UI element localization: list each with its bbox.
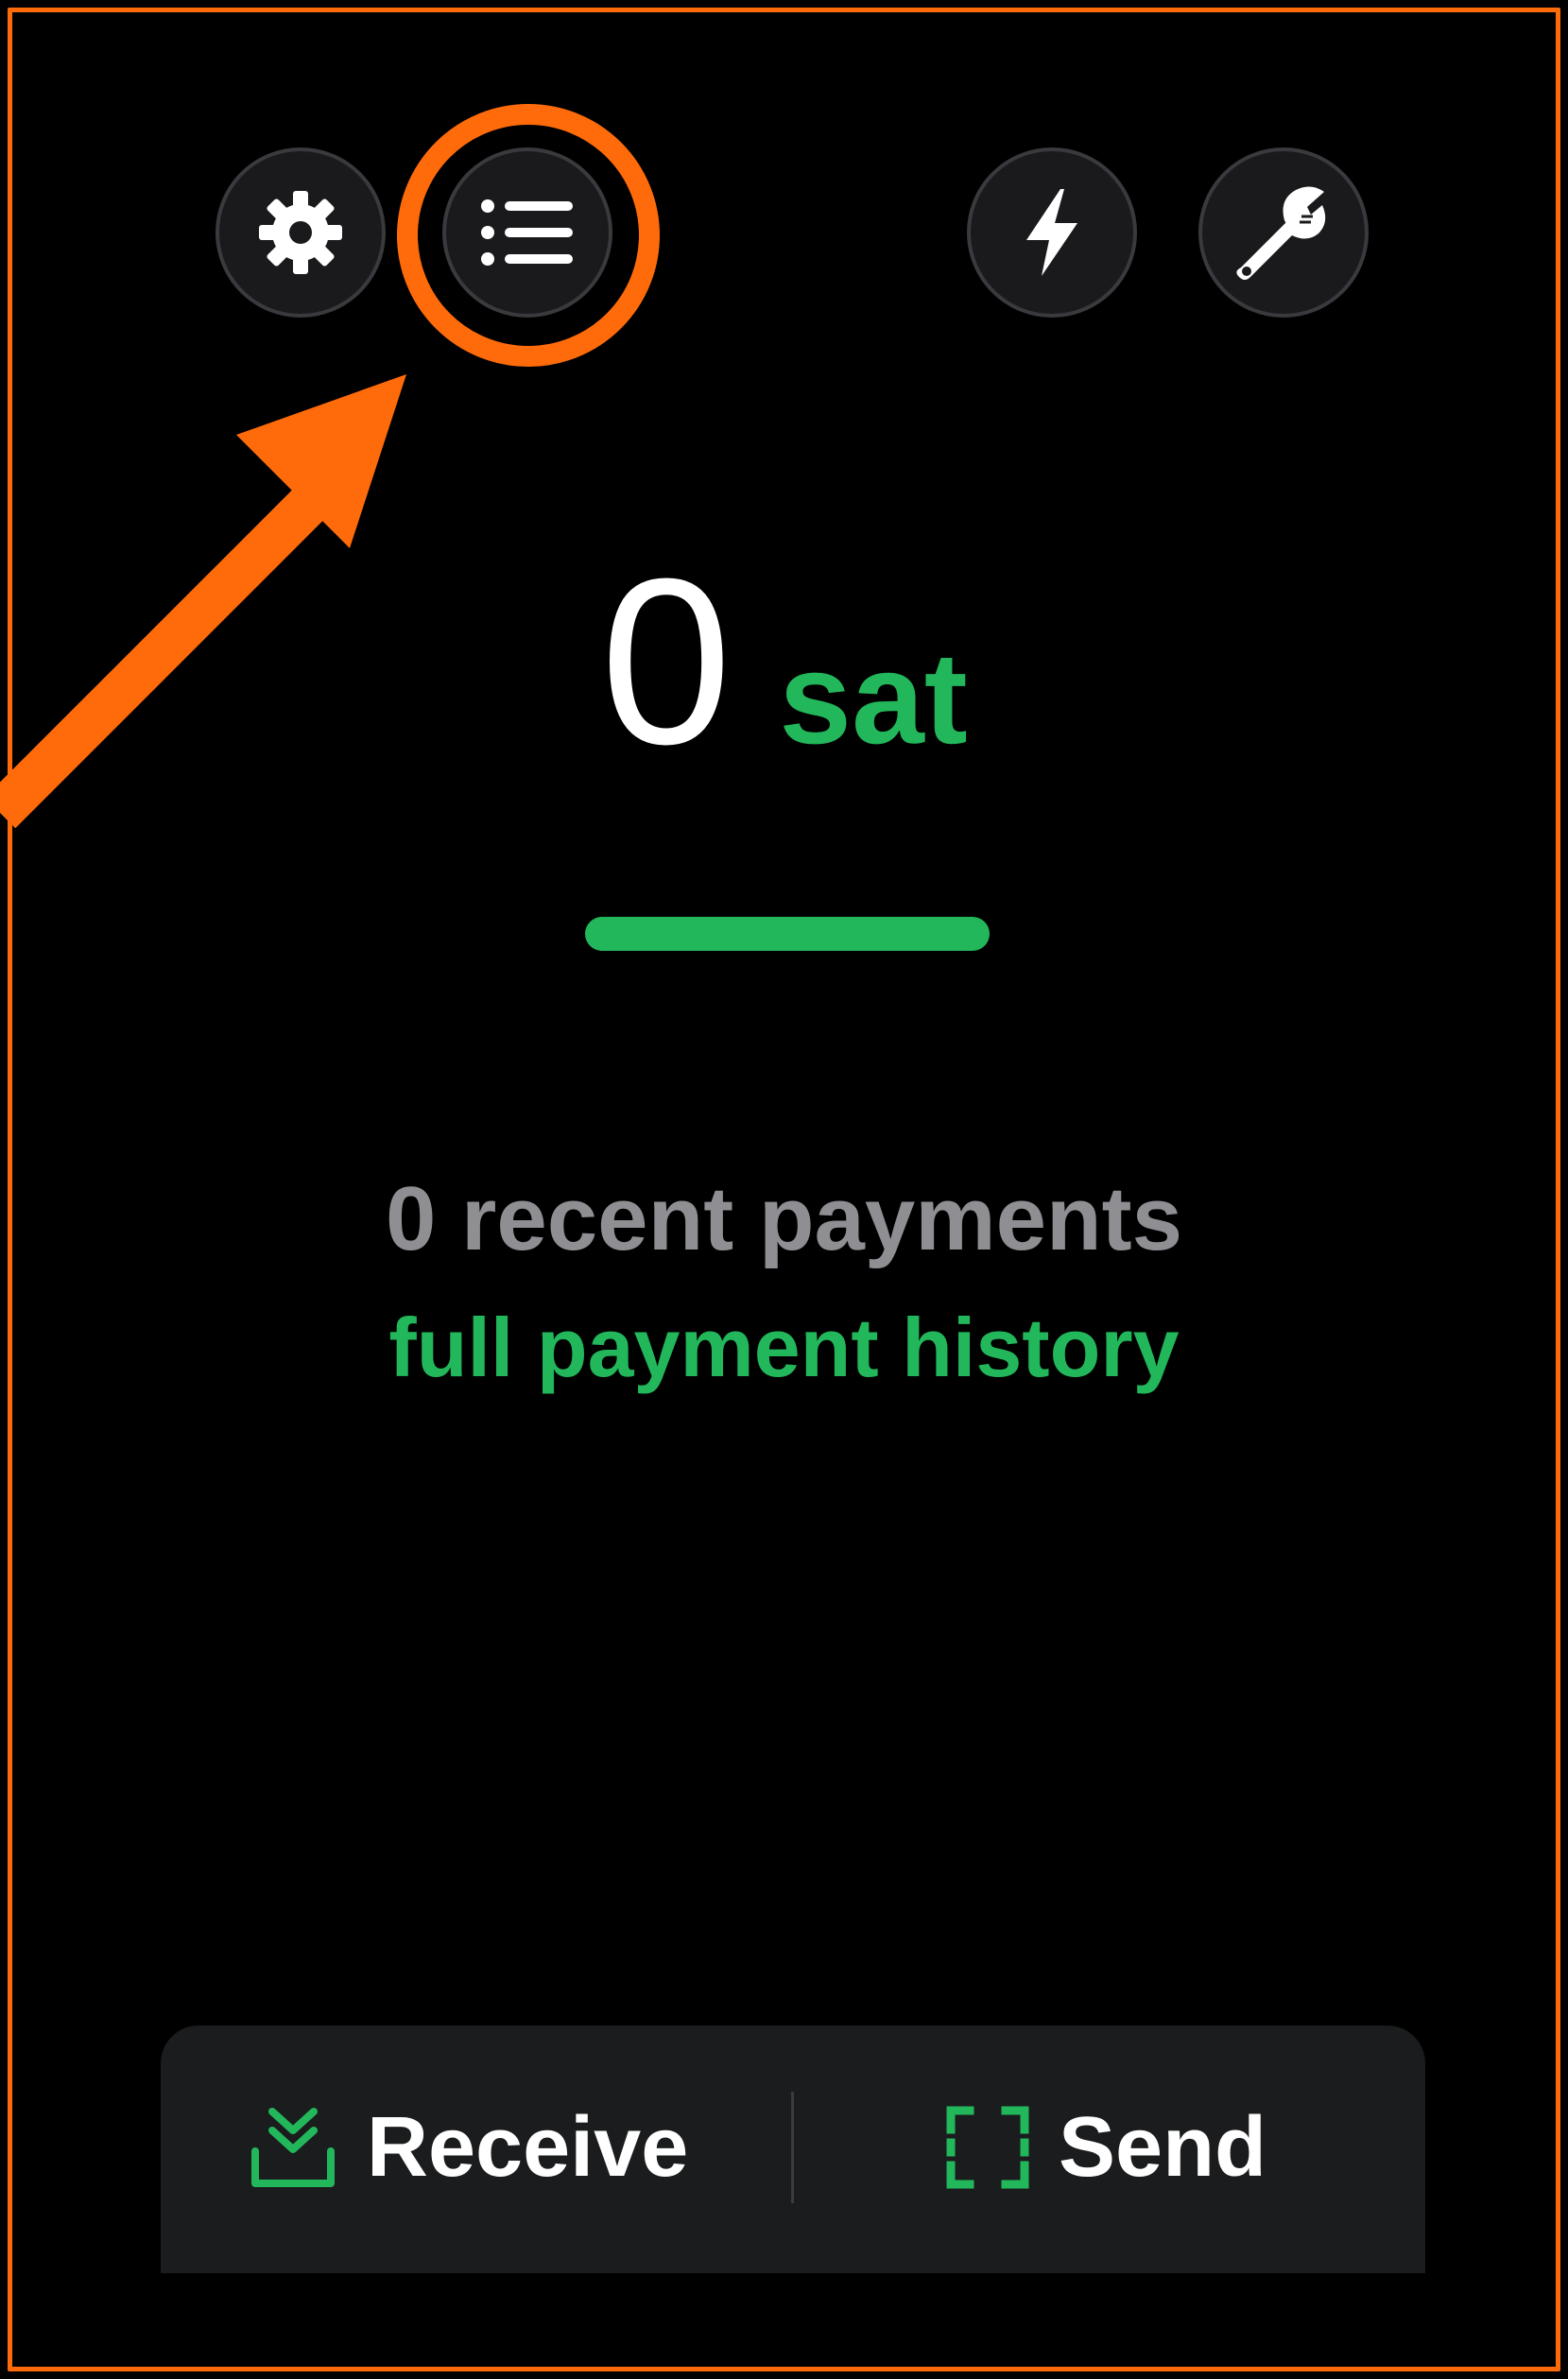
send-button[interactable]: Send	[945, 2092, 1266, 2203]
settings-button[interactable]	[215, 147, 386, 318]
highlight-ring	[397, 104, 660, 367]
balance-unit: sat	[779, 626, 968, 771]
tools-button[interactable]	[1198, 147, 1369, 318]
wrench-icon	[1236, 186, 1326, 280]
lightning-bolt-icon	[1026, 189, 1077, 276]
lightning-button[interactable]	[967, 147, 1137, 318]
balance-amount: 0	[600, 529, 732, 793]
recent-payments-count: 0 recent payments	[385, 1168, 1183, 1269]
gear-icon	[259, 191, 342, 274]
balance-display: 0 sat	[0, 543, 1568, 780]
receive-button[interactable]: Receive	[248, 2092, 688, 2203]
scan-frame-icon	[946, 2106, 1029, 2189]
full-payment-history-link[interactable]: full payment history	[0, 1300, 1568, 1396]
send-label: Send	[1059, 2099, 1267, 2195]
action-divider	[791, 2092, 794, 2203]
receive-label: Receive	[367, 2099, 689, 2195]
balance-bar	[585, 917, 990, 951]
download-check-icon	[251, 2108, 335, 2187]
